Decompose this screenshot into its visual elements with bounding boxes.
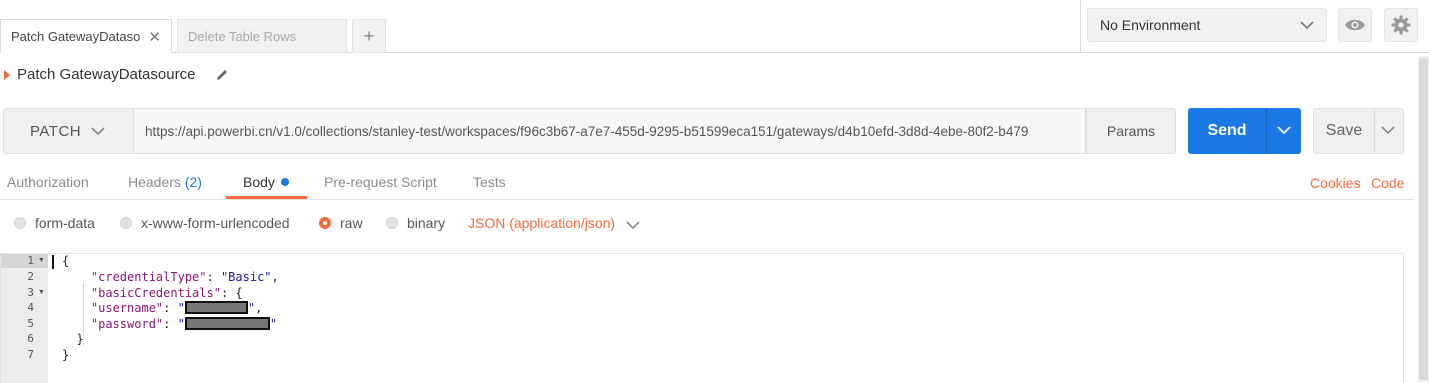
close-icon[interactable]: ✕ <box>148 28 161 46</box>
radio-button[interactable] <box>386 217 398 229</box>
environment-select[interactable]: No Environment <box>1087 8 1327 42</box>
line-number: 4 <box>27 301 34 314</box>
method-select[interactable]: PATCH <box>3 108 134 154</box>
chevron-down-icon[interactable] <box>1381 123 1395 137</box>
quote: " <box>269 317 278 331</box>
radio-label: raw <box>340 215 363 231</box>
code-line-2: "credentialType": "Basic", <box>62 270 279 284</box>
code-line-5: "password": " " <box>62 317 277 331</box>
code-line-6: } <box>62 332 84 346</box>
radio-label: binary <box>407 215 446 231</box>
colon: : <box>220 286 236 300</box>
line-number: 1 <box>27 254 34 267</box>
environment-quick-look-button[interactable] <box>1338 8 1372 42</box>
active-tab-underline <box>226 196 307 199</box>
redacted-password <box>184 317 270 330</box>
brace: { <box>235 286 243 300</box>
comma: , <box>271 270 279 284</box>
line-number: 7 <box>27 348 34 361</box>
request-name: Patch GatewayDatasource <box>17 66 196 83</box>
line-number: 6 <box>27 332 34 345</box>
json-key: "username" <box>90 301 164 315</box>
chevron-down-icon[interactable] <box>1277 123 1291 137</box>
quote: " <box>247 301 256 315</box>
tab-label: Delete Table Rows <box>188 28 297 44</box>
tab-body-label: Body <box>243 174 275 190</box>
tab-pre-request-script[interactable]: Pre-request Script <box>324 174 437 190</box>
radio-button-selected[interactable] <box>319 217 331 229</box>
code-line-3: "basicCredentials": { <box>62 286 243 300</box>
radio-button[interactable] <box>120 217 132 229</box>
json-key: "credentialType" <box>90 270 207 284</box>
line-number: 3 <box>27 286 34 299</box>
plus-icon: + <box>363 25 375 46</box>
json-string: "Basic" <box>220 270 272 284</box>
tab-body[interactable]: Body <box>243 174 289 190</box>
tab-headers-label: Headers <box>128 174 181 190</box>
method-label: PATCH <box>30 122 82 140</box>
line-number: 5 <box>27 317 34 330</box>
add-tab-button[interactable]: + <box>352 19 386 53</box>
collapse-arrow-icon[interactable] <box>4 70 10 80</box>
redacted-username <box>184 301 248 314</box>
cookies-link[interactable]: Cookies <box>1310 175 1361 191</box>
code-line-4: "username": " ", <box>62 301 262 315</box>
fold-arrow-icon[interactable]: ▼ <box>38 257 45 264</box>
scrollbar-thumb[interactable] <box>1419 58 1428 380</box>
radio-label: x-www-form-urlencoded <box>141 215 290 231</box>
text-cursor <box>52 255 54 269</box>
comma: , <box>255 301 263 315</box>
request-sub-tabs <box>0 165 1414 200</box>
line-number: 2 <box>27 270 34 283</box>
code-link[interactable]: Code <box>1371 175 1404 191</box>
url-input[interactable]: https://api.powerbi.cn/v1.0/collections/… <box>134 108 1086 154</box>
colon: : <box>163 317 178 331</box>
json-key: "basicCredentials" <box>90 286 221 300</box>
colon: : <box>206 270 221 284</box>
send-button[interactable]: Send <box>1188 108 1301 154</box>
body-indicator-dot <box>280 178 289 186</box>
json-key: "password" <box>90 317 164 331</box>
send-label[interactable]: Send <box>1188 108 1266 154</box>
radio-x-www-form-urlencoded[interactable]: x-www-form-urlencoded <box>120 215 290 231</box>
send-divider <box>1266 108 1267 154</box>
chevron-down-icon <box>1300 21 1314 30</box>
pencil-icon[interactable] <box>215 68 229 82</box>
gear-icon <box>1391 15 1411 35</box>
content-type-select[interactable]: JSON (application/json) <box>468 215 615 231</box>
eye-icon <box>1345 19 1365 31</box>
radio-form-data[interactable]: form-data <box>14 215 95 231</box>
quote: " <box>177 301 185 315</box>
code-line-7: } <box>62 348 69 362</box>
code-line-1: { <box>62 254 69 268</box>
environment-label: No Environment <box>1100 17 1201 33</box>
tab-tests[interactable]: Tests <box>473 174 506 190</box>
chevron-down-icon <box>91 127 105 136</box>
tab-patch-gateway-datasource[interactable]: Patch GatewayDataso ✕ <box>0 19 172 53</box>
radio-label: form-data <box>35 215 95 231</box>
brace: } <box>62 348 70 362</box>
save-button[interactable]: Save <box>1313 108 1404 154</box>
colon: : <box>163 301 178 315</box>
radio-raw[interactable]: raw <box>319 215 363 231</box>
tab-label: Patch GatewayDataso <box>11 29 141 44</box>
params-button[interactable]: Params <box>1086 108 1176 154</box>
chevron-down-icon[interactable] <box>626 218 640 232</box>
manage-environments-button[interactable] <box>1384 8 1418 42</box>
radio-binary[interactable]: binary <box>386 215 445 231</box>
fold-arrow-icon[interactable]: ▼ <box>38 289 45 296</box>
tab-headers[interactable]: Headers (2) <box>128 174 202 190</box>
tab-authorization[interactable]: Authorization <box>7 174 89 190</box>
brace: { <box>62 254 70 268</box>
save-divider <box>1374 109 1375 153</box>
tab-delete-table-rows[interactable]: Delete Table Rows <box>177 19 347 53</box>
radio-button[interactable] <box>14 217 26 229</box>
brace: } <box>76 332 84 346</box>
save-label[interactable]: Save <box>1314 109 1374 153</box>
quote: " <box>177 317 185 331</box>
headers-count-badge: (2) <box>184 174 202 190</box>
